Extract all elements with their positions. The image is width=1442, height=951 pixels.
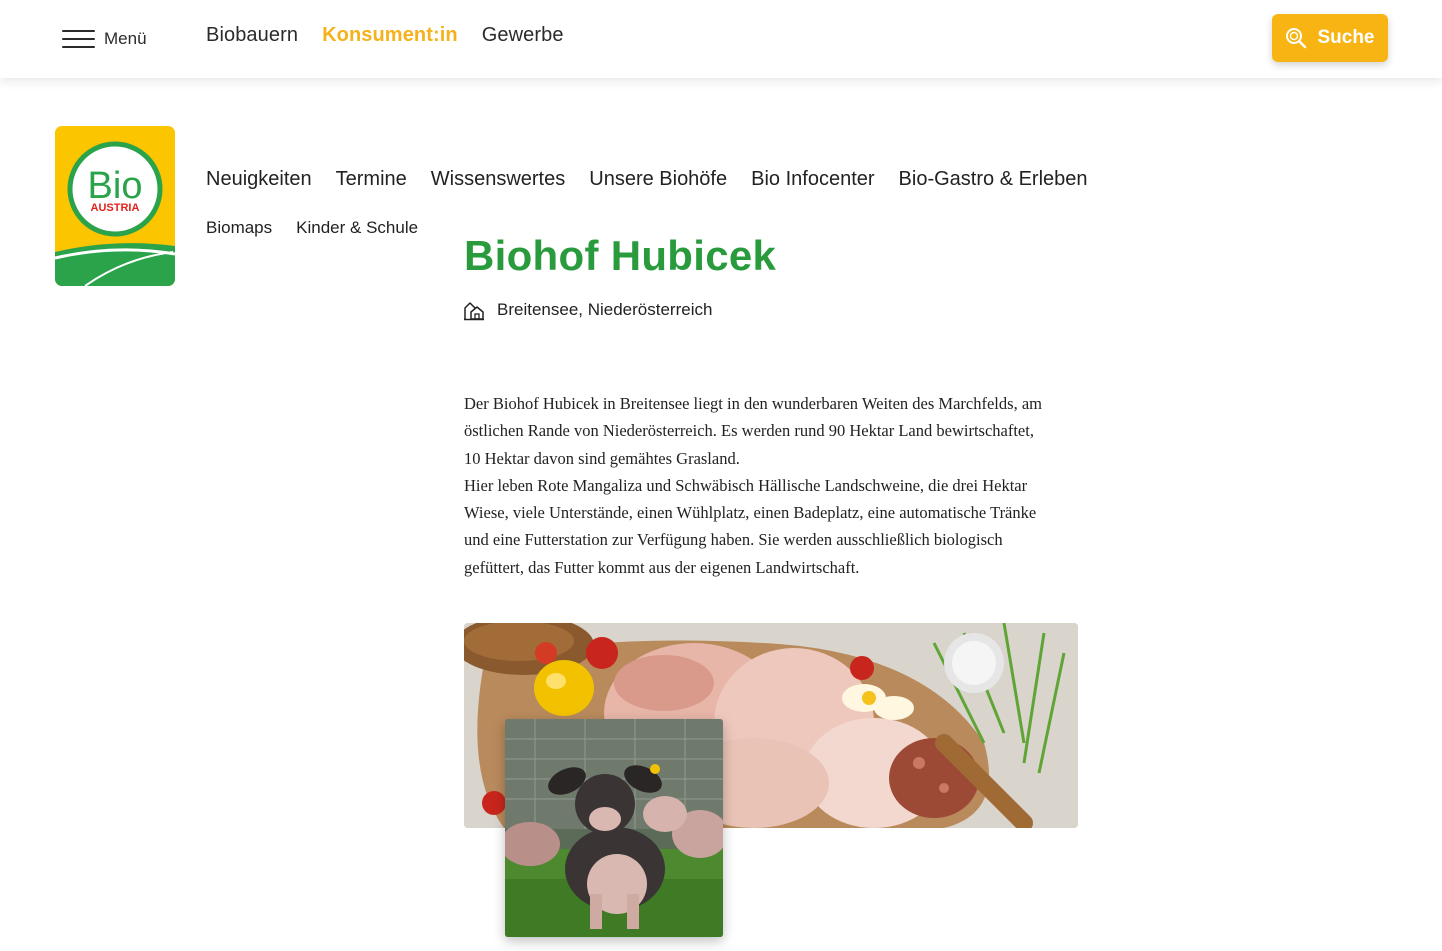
audience-link-konsumentin[interactable]: Konsument:in — [322, 24, 458, 47]
farm-location: Breitensee, Niederösterreich — [463, 299, 712, 321]
hamburger-icon — [62, 29, 95, 49]
search-label: Suche — [1317, 27, 1375, 48]
menu-label: Menü — [104, 29, 147, 48]
audience-nav: Biobauern Konsument:in Gewerbe — [206, 24, 564, 47]
logo-text-sub: AUSTRIA — [91, 202, 140, 214]
top-bar: Menü Biobauern Konsument:in Gewerbe Such… — [0, 0, 1442, 78]
description-line: Wiese, viele Unterstände, einen Wühlplat… — [464, 503, 1037, 523]
nav-item-termine[interactable]: Termine — [336, 168, 407, 191]
page-title: Biohof Hubicek — [464, 232, 777, 279]
description-line: Hier leben Rote Mangaliza und Schwäbisch… — [464, 475, 1028, 495]
description-line: Der Biohof Hubicek in Breitensee liegt i… — [464, 394, 1042, 413]
subnav-item-kinder-schule[interactable]: Kinder & Schule — [296, 218, 418, 238]
search-button[interactable]: Suche — [1272, 14, 1388, 62]
audience-link-gewerbe[interactable]: Gewerbe — [482, 24, 564, 47]
bio-austria-logo[interactable]: Bio AUSTRIA — [55, 126, 175, 286]
sub-nav: Biomaps Kinder & Schule — [206, 218, 418, 238]
description-line: gefüttert, das Futter kommt aus der eige… — [464, 557, 860, 577]
nav-item-unsere-biohoefe[interactable]: Unsere Biohöfe — [589, 168, 727, 191]
farm-house-icon — [464, 302, 484, 321]
audience-link-biobauern[interactable]: Biobauern — [206, 24, 298, 47]
farm-description: Der Biohof Hubicek in Breitensee liegt i… — [464, 390, 1080, 581]
location-text: Breitensee, Niederösterreich — [497, 300, 713, 319]
nav-item-neuigkeiten[interactable]: Neuigkeiten — [206, 168, 312, 191]
nav-item-bio-infocenter[interactable]: Bio Infocenter — [751, 168, 874, 191]
main-nav: Neuigkeiten Termine Wissenswertes Unsere… — [206, 168, 1088, 191]
logo-text-main: Bio — [88, 165, 143, 207]
search-icon — [1286, 28, 1307, 49]
description-line: östlichen Rande von Niederösterreich. Es… — [464, 421, 1034, 441]
description-line: 10 Hektar davon sind gemähtes Grasland. — [464, 448, 740, 468]
menu-button[interactable]: Menü — [62, 24, 147, 54]
logo-graphic: Bio AUSTRIA — [55, 126, 175, 286]
subnav-item-biomaps[interactable]: Biomaps — [206, 218, 272, 238]
pig-photo[interactable] — [505, 719, 723, 937]
description-line: und eine Futterstation zur Verfügung hab… — [464, 530, 1003, 550]
nav-item-wissenswertes[interactable]: Wissenswertes — [431, 168, 565, 191]
nav-item-bio-gastro[interactable]: Bio-Gastro & Erleben — [899, 168, 1088, 191]
